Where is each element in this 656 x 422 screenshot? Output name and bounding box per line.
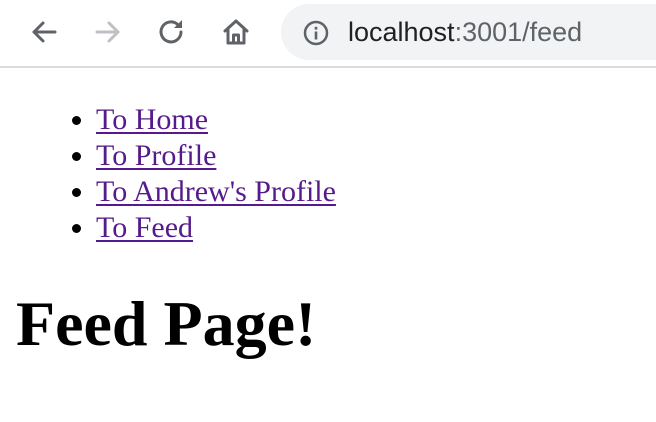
nav-link-list: To Home To Profile To Andrew's Profile T… xyxy=(56,102,336,246)
reload-icon xyxy=(159,20,183,44)
info-icon[interactable] xyxy=(303,20,329,46)
forward-button[interactable] xyxy=(90,14,126,50)
link-to-andrews-profile[interactable]: To Andrew's Profile xyxy=(96,175,336,208)
home-icon xyxy=(223,19,249,45)
reload-button[interactable] xyxy=(154,14,190,50)
url-path: :3001/feed xyxy=(454,17,583,47)
link-to-profile[interactable]: To Profile xyxy=(96,139,216,172)
home-button[interactable] xyxy=(218,14,254,50)
back-button[interactable] xyxy=(26,14,62,50)
list-item: To Home xyxy=(96,102,336,138)
list-item: To Andrew's Profile xyxy=(96,174,336,210)
address-bar[interactable]: localhost:3001/feed xyxy=(281,4,656,60)
page-title: Feed Page! xyxy=(16,288,317,359)
address-bar-url[interactable]: localhost:3001/feed xyxy=(348,16,582,48)
browser-toolbar: localhost:3001/feed xyxy=(0,0,656,68)
list-item: To Profile xyxy=(96,138,336,174)
list-item: To Feed xyxy=(96,210,336,246)
link-to-home[interactable]: To Home xyxy=(96,103,208,136)
forward-arrow-icon xyxy=(95,21,120,43)
back-arrow-icon xyxy=(32,21,57,43)
url-host: localhost xyxy=(348,17,455,47)
link-to-feed[interactable]: To Feed xyxy=(96,211,193,244)
